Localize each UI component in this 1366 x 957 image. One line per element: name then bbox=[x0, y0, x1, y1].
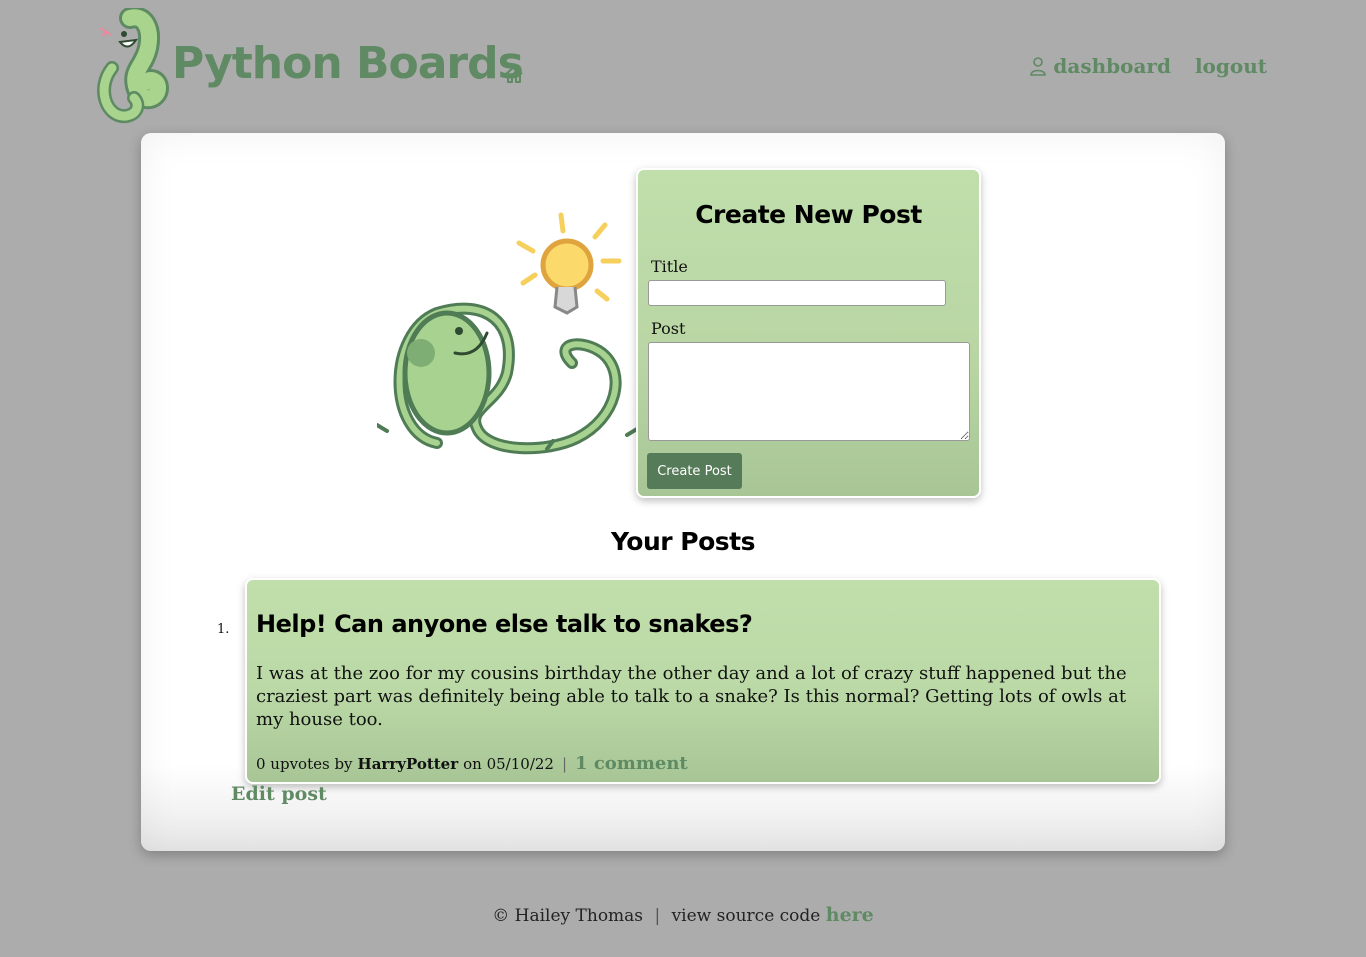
footer-credit: © Hailey Thomas bbox=[492, 906, 644, 926]
footer-source-link[interactable]: here bbox=[826, 904, 874, 926]
nav-dashboard-label: dashboard bbox=[1053, 54, 1171, 78]
post-comments-link[interactable]: 1 comment bbox=[575, 753, 688, 774]
post-author: HarryPotter bbox=[357, 755, 459, 773]
post-card: Help! Can anyone else talk to snakes? I … bbox=[245, 578, 1161, 784]
create-post-button[interactable]: Create Post bbox=[647, 453, 742, 489]
post-textarea[interactable] bbox=[648, 342, 970, 441]
post-list-number: 1. bbox=[217, 622, 230, 637]
your-posts-heading: Your Posts bbox=[610, 527, 756, 556]
home-icon[interactable] bbox=[503, 63, 525, 85]
site-brand-title[interactable]: Python Boards bbox=[172, 38, 524, 89]
post-label: Post bbox=[651, 319, 686, 338]
post-body: I was at the zoo for my cousins birthday… bbox=[256, 663, 1127, 730]
create-post-heading: Create New Post bbox=[695, 200, 922, 229]
user-icon bbox=[1030, 57, 1047, 76]
nav-logout-link[interactable]: logout bbox=[1195, 54, 1267, 78]
title-label: Title bbox=[651, 257, 688, 276]
meta-separator: | bbox=[561, 755, 568, 773]
top-nav: dashboard logout bbox=[1029, 54, 1267, 78]
footer-separator: | bbox=[654, 906, 661, 926]
logo-snake-image[interactable] bbox=[92, 8, 170, 126]
title-input[interactable] bbox=[648, 280, 946, 306]
edit-post-link[interactable]: Edit post bbox=[231, 783, 327, 805]
post-meta: 0 upvotes by HarryPotter on 05/10/22 | 1… bbox=[256, 753, 688, 774]
create-post-form: Create New Post Title Post Create Post bbox=[636, 168, 981, 498]
post-upvotes: 0 upvotes by bbox=[256, 755, 353, 773]
post-title: Help! Can anyone else talk to snakes? bbox=[256, 610, 753, 638]
main-card: Create New Post Title Post Create Post Y… bbox=[141, 133, 1225, 851]
footer-source-text: view source code bbox=[671, 906, 821, 926]
post-date: on 05/10/22 bbox=[463, 755, 554, 773]
nav-dashboard-link[interactable]: dashboard bbox=[1029, 54, 1171, 78]
footer: © Hailey Thomas | view source code here bbox=[0, 904, 1366, 926]
idea-snake-illustration bbox=[377, 212, 637, 455]
